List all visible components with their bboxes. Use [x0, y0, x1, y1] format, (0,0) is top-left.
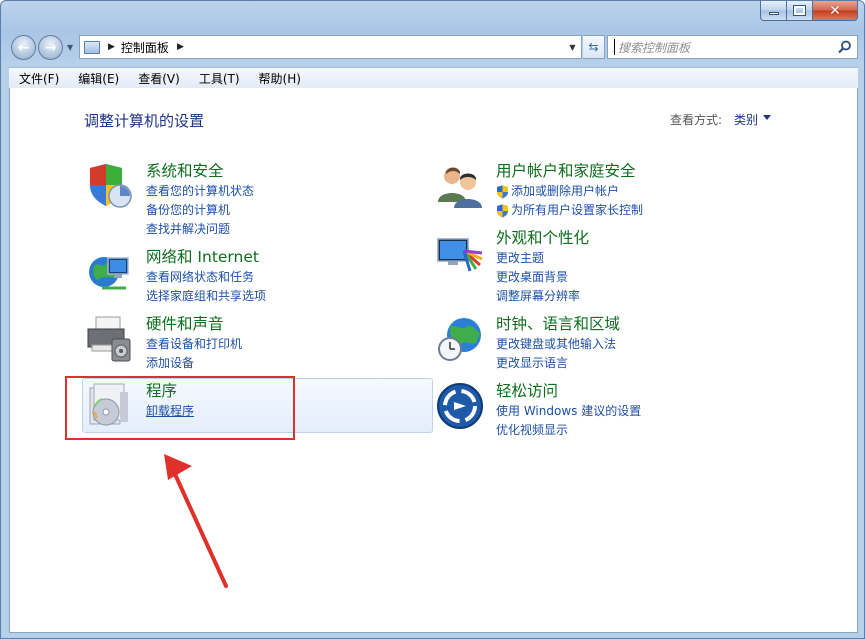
uac-shield-icon [497, 204, 508, 217]
category-title[interactable]: 外观和个性化 [496, 226, 589, 248]
maximize-button[interactable] [787, 1, 813, 21]
category-title[interactable]: 用户帐户和家庭安全 [496, 159, 636, 181]
arrow-right-icon: → [44, 39, 57, 56]
menu-tools[interactable]: 工具(T) [189, 70, 249, 87]
category-system-security: 系统和安全 查看您的计算机状态 备份您的计算机 查找并解决问题 [86, 159, 406, 236]
page-title: 调整计算机的设置 [84, 112, 205, 130]
link-parental-controls[interactable]: 为所有用户设置家长控制 [496, 201, 643, 220]
maximize-icon [793, 5, 806, 16]
category-appearance: 外观和个性化 更改主题 更改桌面背景 调整屏幕分辨率 [436, 226, 766, 303]
link-screen-resolution[interactable]: 调整屏幕分辨率 [496, 287, 580, 306]
link-change-keyboard[interactable]: 更改键盘或其他输入法 [496, 335, 616, 354]
display-color-icon [437, 238, 483, 272]
menu-edit[interactable]: 编辑(E) [68, 70, 128, 87]
refresh-icon: ⇆ [588, 40, 599, 54]
close-button[interactable]: ✕ [813, 1, 858, 21]
menu-bar: 文件(F) 编辑(E) 查看(V) 工具(T) 帮助(H) [9, 67, 858, 88]
chevron-down-icon[interactable] [763, 115, 771, 120]
category-ease-of-access: 轻松访问 使用 Windows 建议的设置 优化视频显示 [436, 382, 766, 442]
annotation-arrow-icon [164, 454, 228, 588]
category-links: 查看设备和打印机 添加设备 [146, 335, 242, 373]
category-links: 查看网络状态和任务 选择家庭组和共享选项 [146, 268, 266, 306]
breadcrumb-control-panel[interactable]: 控制面板 [121, 39, 169, 56]
link-change-wallpaper[interactable]: 更改桌面背景 [496, 268, 580, 287]
caption-buttons: ✕ [760, 1, 858, 21]
link-text[interactable]: 为所有用户设置家长控制 [511, 201, 643, 220]
link-add-remove-users[interactable]: 添加或删除用户帐户 [496, 182, 643, 201]
category-title[interactable]: 系统和安全 [146, 159, 224, 181]
link-network-status[interactable]: 查看网络状态和任务 [146, 268, 266, 287]
address-bar[interactable]: ▶ 控制面板 ▶ ▼ [79, 35, 582, 59]
breadcrumb-chevron-icon[interactable]: ▶ [108, 42, 115, 52]
link-recommended-settings[interactable]: 使用 Windows 建议的设置 [496, 402, 641, 421]
link-view-computer-status[interactable]: 查看您的计算机状态 [146, 182, 254, 201]
link-optimize-visual-display[interactable]: 优化视频显示 [496, 421, 641, 440]
recent-pages-dropdown-icon[interactable]: ▼ [67, 43, 73, 52]
link-add-device[interactable]: 添加设备 [146, 354, 242, 373]
category-clock-language-region: 时钟、语言和区域 更改键盘或其他输入法 更改显示语言 [436, 315, 766, 375]
category-user-accounts: 用户帐户和家庭安全 添加或删除用户帐户 为所有用户设置家长控制 [436, 162, 766, 232]
arrow-left-icon: ← [17, 39, 30, 56]
link-homegroup-sharing[interactable]: 选择家庭组和共享选项 [146, 287, 266, 306]
link-text[interactable]: 添加或删除用户帐户 [511, 182, 619, 201]
search-input[interactable]: 搜索控制面板 [607, 35, 858, 59]
close-icon: ✕ [829, 2, 841, 19]
globe-clock-icon [438, 318, 481, 361]
category-links: 查看您的计算机状态 备份您的计算机 查找并解决问题 [146, 182, 254, 239]
text-caret [614, 39, 615, 55]
navigation-bar: ← → ▼ ▶ 控制面板 ▶ ▼ ⇆ 搜索控制面板 [9, 33, 859, 61]
breadcrumb-chevron-icon[interactable]: ▶ [177, 42, 184, 52]
uac-shield-icon [497, 185, 508, 198]
category-title[interactable]: 硬件和声音 [146, 312, 224, 334]
link-devices-printers[interactable]: 查看设备和打印机 [146, 335, 242, 354]
refresh-button[interactable]: ⇆ [583, 35, 605, 59]
menu-view[interactable]: 查看(V) [128, 70, 189, 87]
category-links: 更改主题 更改桌面背景 调整屏幕分辨率 [496, 249, 580, 306]
category-title[interactable]: 网络和 Internet [146, 245, 259, 267]
address-dropdown-icon[interactable]: ▼ [564, 36, 581, 58]
category-title[interactable]: 轻松访问 [496, 379, 558, 401]
printer-icon [87, 316, 131, 362]
minimize-button[interactable] [760, 1, 787, 21]
minimize-icon [768, 12, 779, 15]
view-by-dropdown[interactable]: 类别 [734, 111, 758, 128]
search-icon[interactable] [838, 40, 852, 54]
content-pane: 调整计算机的设置 查看方式: 类别 系统和安全 查看您的计算机状态 备份您的计算… [9, 88, 858, 633]
network-globe-icon [89, 257, 129, 290]
view-by-label: 查看方式: [670, 113, 723, 127]
link-troubleshoot[interactable]: 查找并解决问题 [146, 220, 254, 239]
category-links: 使用 Windows 建议的设置 优化视频显示 [496, 402, 641, 440]
menu-help[interactable]: 帮助(H) [249, 70, 310, 87]
control-panel-icon [84, 40, 100, 54]
category-links: 添加或删除用户帐户 为所有用户设置家长控制 [496, 182, 643, 220]
users-icon [438, 167, 482, 208]
window-frame: ✕ ← → ▼ ▶ 控制面板 ▶ ▼ ⇆ 搜索控制面板 文件(F) 编辑(E) … [0, 0, 865, 639]
link-change-display-language[interactable]: 更改显示语言 [496, 354, 616, 373]
annotation-highlight-box [65, 376, 295, 440]
search-placeholder: 搜索控制面板 [618, 40, 691, 55]
category-hardware-sound: 硬件和声音 查看设备和打印机 添加设备 [86, 315, 406, 375]
category-network-internet: 网络和 Internet 查看网络状态和任务 选择家庭组和共享选项 [86, 248, 406, 308]
link-backup-computer[interactable]: 备份您的计算机 [146, 201, 254, 220]
menu-file[interactable]: 文件(F) [9, 70, 68, 87]
back-button[interactable]: ← [11, 35, 36, 60]
ease-of-access-icon [437, 383, 483, 429]
category-title[interactable]: 时钟、语言和区域 [496, 312, 620, 334]
link-change-theme[interactable]: 更改主题 [496, 249, 580, 268]
forward-button[interactable]: → [38, 35, 63, 60]
category-links: 更改键盘或其他输入法 更改显示语言 [496, 335, 616, 373]
shield-icon [90, 164, 132, 208]
